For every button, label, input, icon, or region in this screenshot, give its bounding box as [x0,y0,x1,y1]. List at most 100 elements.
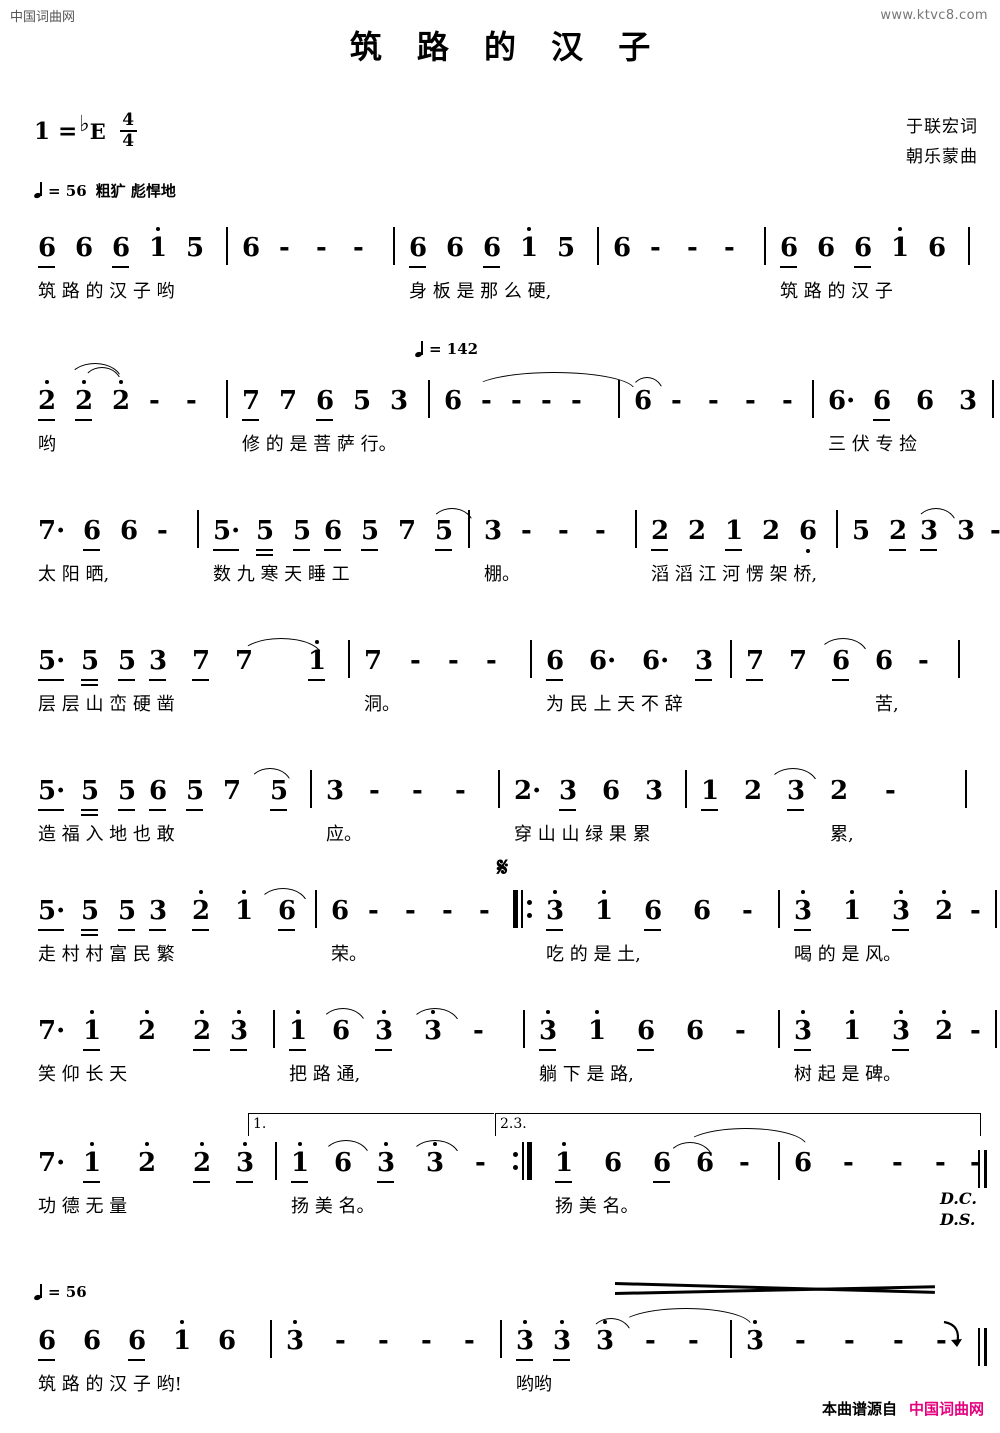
note-number: 3 [390,386,409,416]
note-number: 6 [693,896,712,926]
note-number: 3 [230,1010,248,1044]
octave-dot-above [243,1142,248,1146]
flat-icon: ♭ [79,111,90,137]
note-number: 5 [353,386,372,416]
octave-dot-above [546,1010,551,1014]
beam-line [854,266,871,268]
key-signature: 1 = ♭ E 4 4 [34,111,137,150]
note-number: 6· [828,386,856,416]
note-number: 3 [794,890,812,924]
key-letter: E [89,118,106,144]
sustain-dash: - [735,1016,746,1046]
note-row: 5· 5 5 6 5 7 5 3- - -2· 3 6 3 1 2 3 2- [30,768,980,820]
note-number: 5· [38,776,66,806]
tempo-value: = 56 [48,181,87,200]
octave-dot-above [595,1010,600,1014]
sustain-dash: - [687,233,698,263]
lyric-text: 应。 [326,824,362,845]
note-number: 1 [520,227,538,261]
beam-line [81,679,98,681]
beam-line [83,1181,100,1183]
sustain-dash: - [405,896,416,926]
beam-line [377,1181,394,1183]
lyric-row: 造 福 入 地 也 敢 应。 穿 山 山 绿 果 累 累, [30,820,980,854]
note-number: 1 [83,1010,101,1044]
note-number: 6 [331,896,350,926]
beam-line [546,929,563,931]
octave-dot-above [242,890,247,894]
beam-line [81,929,98,931]
note-number: 6 [483,233,502,263]
beam-line [873,419,890,421]
octave-dot-above [553,890,558,894]
beam-line [653,1181,670,1183]
octave-dot-above [237,1010,242,1014]
barline [992,380,994,418]
sustain-dash: - [742,896,753,926]
lyric-text: 穿 山 山 绿 果 累 [514,824,651,845]
lyric-text: 笑 仰 长 天 [38,1064,128,1085]
note-number: 7· [38,1148,66,1178]
lyric-row: 笑 仰 长 天 把 路 通, 躺 下 是 路, 树 起 是 碑。 [30,1060,980,1094]
note-row: 7· 1 2 2 3 1 6 3 3-1 6 6 6-6- - - - [30,1140,981,1192]
note-number: 6 [316,386,335,416]
note-row: 7· 6 6-5· 5 5 6 5 7 5 3- - -2 2 1 2 6 5 2 3 3- [30,508,1000,560]
note-number: 7 [364,646,383,676]
sustain-dash: - [795,1326,806,1356]
note-number: 1 [289,1010,307,1044]
note-number: 2· [514,776,542,806]
note-number: 3 [695,646,714,676]
barline [778,890,780,928]
note-number: 2 [138,1142,156,1176]
beam-line [746,679,763,681]
note-number: 1 [891,227,909,261]
beam-line [725,549,742,551]
sustain-dash: - [970,896,981,926]
lyric-row: 走 村 村 富 民 繁 荣。 吃 的 是 土, 喝 的 是 风。 [30,940,980,974]
octave-dot-above [527,227,532,231]
note-number: 6 [686,1016,705,1046]
note-number: 6 [149,776,168,806]
beam-line [637,1049,654,1051]
lyric-text: 躺 下 是 路, [539,1064,634,1085]
sustain-dash: - [412,776,423,806]
beam-line [794,929,811,931]
beam-line [892,929,909,931]
note-number: 5 [852,516,871,546]
quarter-note-icon [34,182,45,199]
octave-dot-above [90,1142,95,1146]
note-number: 2 [138,1010,156,1044]
octave-dot-above [801,1010,806,1014]
note-number: 2 [75,380,93,414]
note-number: 1 [235,890,253,924]
beam-line [289,1049,306,1051]
beam-line [832,679,849,681]
note-number: 7 [789,646,808,676]
sustain-dash: - [378,1326,389,1356]
note-number: 6 [546,646,565,676]
sustain-dash: - [892,1148,903,1178]
tempo-opening: = 56 粗犷 彪悍地 [34,180,176,201]
lyric-text: 滔 滔 江 河 愣 架 桥, [651,564,818,585]
octave-dot-above [562,1142,567,1146]
note-number: 6 [875,646,894,676]
octave-dot-above [200,1142,205,1146]
beam-line [361,549,378,551]
lyric-row: 功 德 无 量 扬 美 名。 扬 美 名。 [30,1192,980,1226]
time-signature: 4 4 [119,112,137,150]
beam-line [128,1359,145,1361]
note-number: 2 [193,1010,211,1044]
lyric-text: 荣。 [331,944,367,965]
sustain-dash: - [990,516,1000,546]
note-row: 666163----333--3---- [30,1318,980,1370]
barline [197,510,199,548]
beam-line [324,549,341,551]
note-number: 1 [595,890,613,924]
lyric-row: 太 阳 晒, 数 九 寒 天 睡 工 棚。 滔 滔 江 河 愣 架 桥, [30,560,980,594]
barline [730,640,732,678]
barline [348,640,350,678]
sustain-dash: - [521,516,532,546]
note-number: 6 [916,386,935,416]
sustain-dash: - [688,1326,699,1356]
octave-dot-above [850,1010,855,1014]
